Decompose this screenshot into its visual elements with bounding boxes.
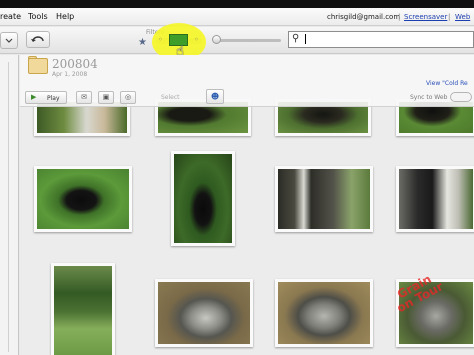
- collage-icon: ◎: [124, 93, 132, 101]
- menu-tools[interactable]: Tools: [28, 12, 48, 21]
- web-link[interactable]: Web: [455, 13, 470, 21]
- select-label: Select: [161, 94, 180, 101]
- play-button[interactable]: ▶ Play: [25, 91, 67, 104]
- people-button[interactable]: ☻: [206, 89, 224, 104]
- window-top-bar: [0, 0, 474, 8]
- app-window: reate Tools Help chrisgild@gmail.com | S…: [0, 0, 474, 355]
- folder-title[interactable]: 200804: [52, 57, 98, 71]
- search-icon: ⚲: [292, 33, 300, 44]
- email-icon: ✉: [81, 93, 87, 101]
- zoom-knob[interactable]: [212, 35, 221, 44]
- menu-create[interactable]: reate: [0, 12, 21, 21]
- separator: |: [398, 13, 401, 21]
- email-button[interactable]: ✉: [76, 91, 92, 104]
- search-input[interactable]: [288, 31, 474, 48]
- filter-marker: ◦: [158, 35, 163, 44]
- chevron-down-icon: [5, 38, 13, 43]
- left-pane: [0, 55, 19, 355]
- view-link[interactable]: View "Cold Re: [426, 80, 468, 87]
- photo-7[interactable]: [275, 166, 373, 232]
- photo-9[interactable]: [51, 263, 115, 355]
- text-caret: [305, 34, 306, 44]
- photo-10[interactable]: [155, 279, 253, 347]
- rotate-icon: [31, 36, 44, 42]
- slideshow-button[interactable]: ▣: [98, 91, 114, 104]
- star-icon[interactable]: ★: [138, 37, 147, 48]
- sync-toggle[interactable]: [450, 92, 472, 102]
- account-email: chrisgild@gmail.com: [327, 13, 401, 21]
- sync-label: Sync to Web: [410, 94, 448, 101]
- left-pane-divider: [8, 62, 9, 352]
- play-label: Play: [47, 95, 60, 102]
- photo-5[interactable]: [34, 166, 132, 232]
- person-icon: ☻: [210, 92, 220, 101]
- rotate-button[interactable]: [26, 31, 50, 48]
- photo-6[interactable]: [171, 151, 235, 246]
- menu-help[interactable]: Help: [56, 12, 74, 21]
- menu-bar: reate Tools Help chrisgild@gmail.com | S…: [0, 8, 474, 26]
- folder-date: Apr 1, 2008: [52, 71, 88, 78]
- separator: |: [448, 13, 451, 21]
- photo-11[interactable]: [275, 279, 373, 347]
- play-icon: ▶: [31, 93, 37, 101]
- photo-8[interactable]: [396, 166, 474, 232]
- folder-icon: [28, 58, 48, 74]
- zoom-slider[interactable]: [215, 39, 281, 42]
- screensaver-link[interactable]: Screensaver: [404, 13, 447, 21]
- collage-button[interactable]: ◎: [120, 91, 136, 104]
- slideshow-icon: ▣: [102, 93, 110, 101]
- back-button[interactable]: [0, 32, 18, 49]
- filter-marker: ◦: [194, 35, 199, 44]
